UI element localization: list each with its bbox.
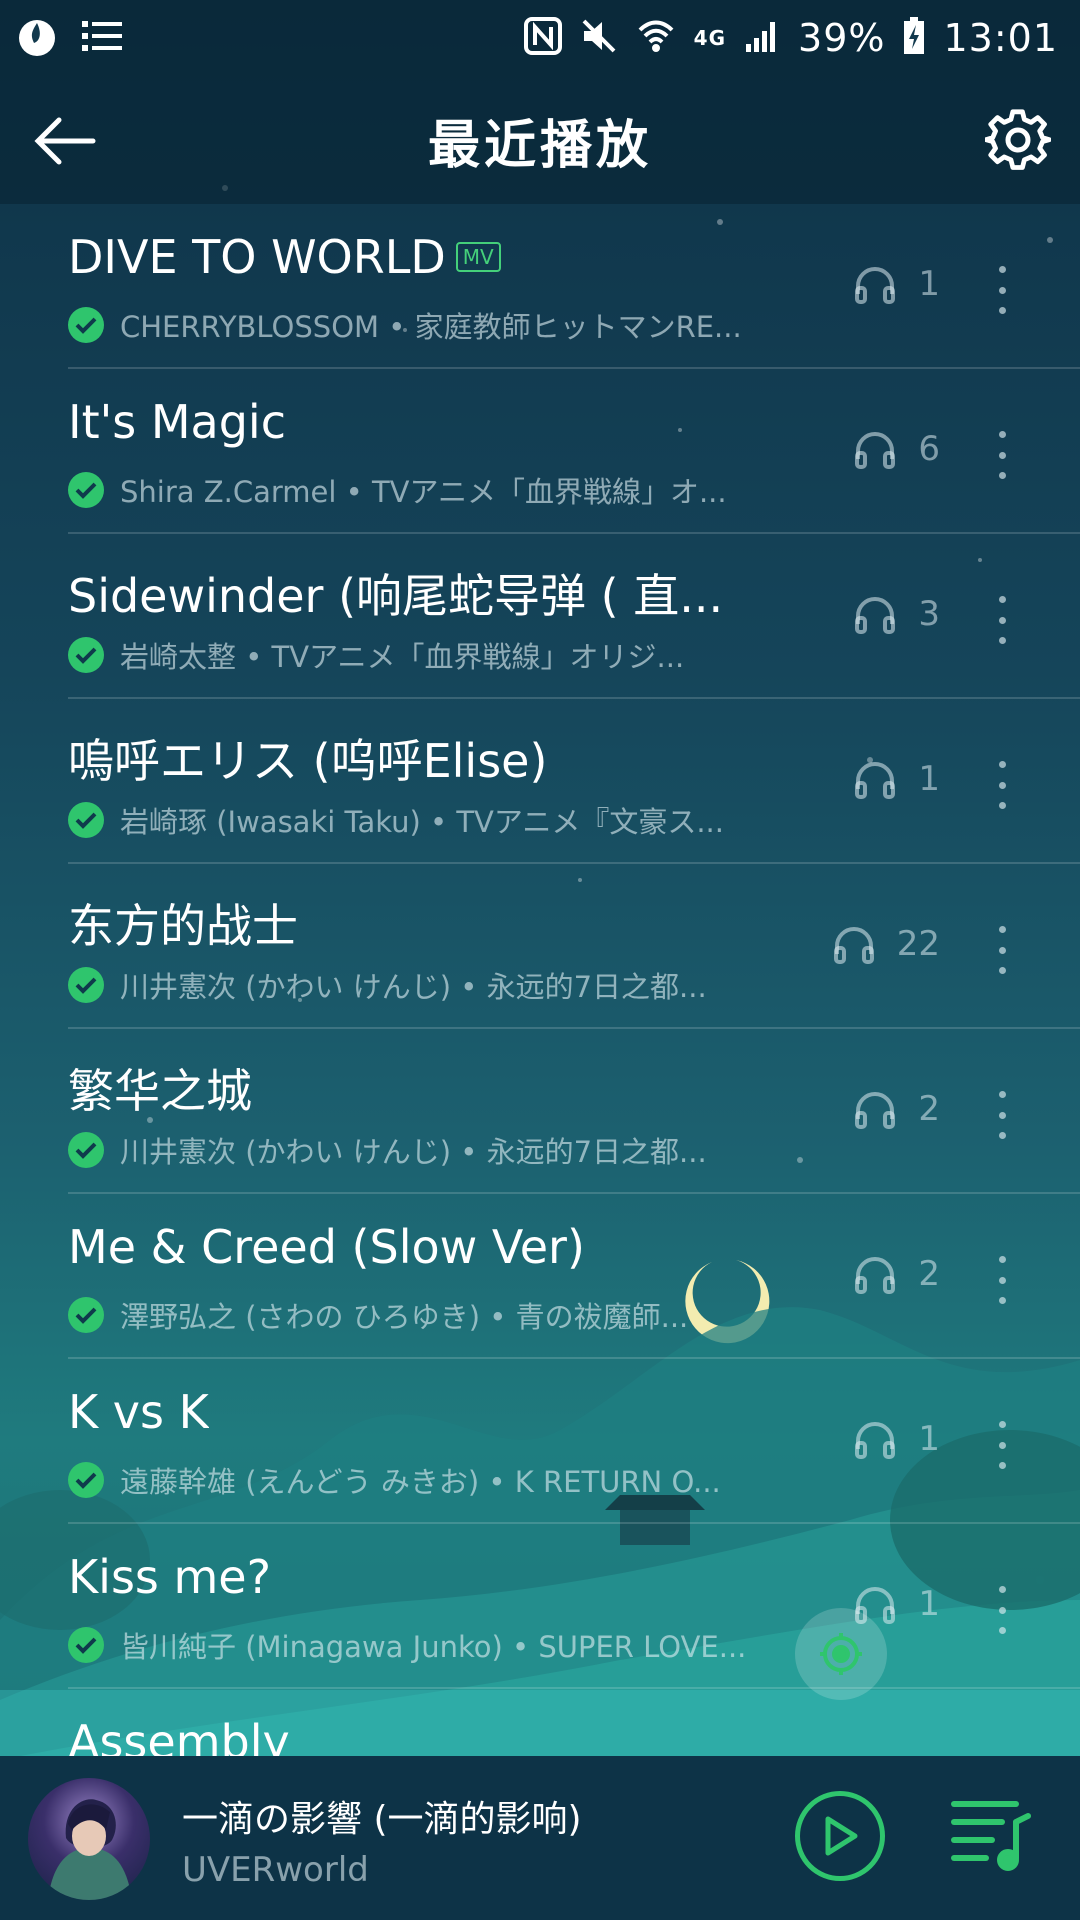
battery-percent: 39% — [798, 16, 886, 60]
list-item[interactable]: DIVE TO WORLD MV CHERRYBLOSSOM • 家庭教師ヒット… — [68, 204, 1080, 369]
signal-icon — [744, 18, 780, 58]
song-meta: 遠藤幹雄 (えんどう みきお) • K RETURN O... — [120, 1465, 721, 1499]
downloaded-check-icon — [68, 1627, 104, 1663]
arrow-left-icon — [34, 117, 96, 165]
recent-songs-list: DIVE TO WORLD MV CHERRYBLOSSOM • 家庭教師ヒット… — [0, 204, 1080, 1854]
song-title: Sidewinder (响尾蛇导弹 ( 直... — [68, 569, 724, 623]
song-title: DIVE TO WORLD — [68, 230, 446, 284]
headphones-icon — [855, 1422, 896, 1459]
play-icon — [825, 1816, 858, 1856]
song-title: 东方的战士 — [68, 899, 298, 953]
song-meta: 川井憲次 (かわい けんじ) • 永远的7日之都... — [120, 1135, 707, 1169]
more-options-button[interactable] — [992, 761, 1012, 809]
song-meta: CHERRYBLOSSOM • 家庭教師ヒットマンRE... — [120, 310, 742, 344]
song-title: Me & Creed (Slow Ver) — [68, 1220, 585, 1274]
battery-charging-icon — [903, 17, 925, 59]
downloaded-check-icon — [68, 1132, 104, 1168]
downloaded-check-icon — [68, 637, 104, 673]
play-button[interactable] — [795, 1791, 885, 1881]
downloaded-check-icon — [68, 1462, 104, 1498]
downloaded-check-icon — [68, 1297, 104, 1333]
play-count: 2 — [918, 1089, 940, 1129]
downloaded-check-icon — [68, 967, 104, 1003]
headphones-icon — [833, 927, 874, 964]
play-count: 1 — [918, 1584, 940, 1624]
song-meta: 岩崎太整 • TVアニメ「血界戦線」オリジ... — [120, 640, 685, 674]
list-item[interactable]: 东方的战士 川井憲次 (かわい けんじ) • 永远的7日之都... 22 — [68, 864, 1080, 1029]
gear-icon — [985, 109, 1051, 170]
more-options-button[interactable] — [992, 1586, 1012, 1634]
list-item[interactable]: Kiss me? 皆川純子 (Minagawa Junko) • SUPER L… — [68, 1524, 1080, 1689]
more-options-button[interactable] — [992, 596, 1012, 644]
more-options-button[interactable] — [992, 1256, 1012, 1304]
downloaded-check-icon — [68, 802, 104, 838]
more-options-button[interactable] — [992, 926, 1012, 974]
album-cover[interactable] — [28, 1778, 150, 1900]
playlist-icon — [951, 1801, 1031, 1871]
song-title: It's Magic — [68, 395, 286, 449]
headphones-icon — [855, 1092, 896, 1129]
nfc-icon — [523, 17, 562, 59]
play-count: 2 — [918, 1254, 940, 1294]
headphones-icon — [855, 762, 896, 799]
list-item[interactable]: 繁华之城 川井憲次 (かわい けんじ) • 永远的7日之都... 2 — [68, 1029, 1080, 1194]
song-meta: 川井憲次 (かわい けんじ) • 永远的7日之都... — [120, 970, 707, 1004]
locate-current-song-button[interactable] — [795, 1608, 887, 1700]
play-count: 1 — [918, 1419, 940, 1459]
headphones-icon — [855, 1257, 896, 1294]
headphones-icon — [855, 432, 896, 469]
play-count: 6 — [918, 429, 940, 469]
song-title: 繁华之城 — [68, 1064, 252, 1118]
now-playing-artist: UVERworld — [182, 1850, 369, 1890]
headphones-icon — [855, 597, 896, 634]
song-meta: Shira Z.Carmel • TVアニメ「血界戦線」オ... — [120, 475, 727, 509]
list-menu-icon — [82, 18, 122, 58]
more-options-button[interactable] — [992, 266, 1012, 314]
list-item[interactable]: 嗚呼エリス (呜呼Elise) 岩崎琢 (Iwasaki Taku) • TVア… — [68, 699, 1080, 864]
settings-button[interactable] — [982, 104, 1054, 176]
list-item[interactable]: K vs K 遠藤幹雄 (えんどう みきお) • K RETURN O... 1 — [68, 1359, 1080, 1524]
mini-player[interactable]: 一滴の影響 (一滴的影响) UVERworld — [0, 1756, 1080, 1920]
list-item[interactable]: Sidewinder (响尾蛇导弹 ( 直... 岩崎太整 • TVアニメ「血界… — [68, 534, 1080, 699]
status-bar: 4G 39% 13:01 — [0, 0, 1080, 76]
downloaded-check-icon — [68, 472, 104, 508]
now-playing-title: 一滴の影響 (一滴的影响) — [182, 1799, 582, 1840]
back-button[interactable] — [30, 106, 100, 176]
song-meta: 岩崎琢 (Iwasaki Taku) • TVアニメ『文豪ス... — [120, 805, 724, 839]
playlist-queue-button[interactable] — [950, 1796, 1032, 1876]
headphones-icon — [855, 267, 896, 304]
mute-icon — [580, 17, 618, 59]
more-options-button[interactable] — [992, 431, 1012, 479]
more-options-button[interactable] — [992, 1421, 1012, 1469]
network-type: 4G — [693, 26, 727, 50]
list-item[interactable]: Me & Creed (Slow Ver) 澤野弘之 (さわの ひろゆき) • … — [68, 1194, 1080, 1359]
page-title: 最近播放 — [427, 115, 652, 176]
play-count: 3 — [918, 594, 940, 634]
app-bar: 最近播放 — [0, 76, 1080, 204]
song-title: 嗚呼エリス (呜呼Elise) — [68, 734, 548, 788]
play-count: 1 — [918, 264, 940, 304]
list-item[interactable]: It's Magic Shira Z.Carmel • TVアニメ「血界戦線」オ… — [68, 369, 1080, 534]
more-options-button[interactable] — [992, 1091, 1012, 1139]
song-title: Kiss me? — [68, 1550, 272, 1604]
play-count: 1 — [918, 759, 940, 799]
droplet-icon — [14, 13, 60, 63]
wifi-icon — [636, 16, 676, 60]
song-meta: 皆川純子 (Minagawa Junko) • SUPER LOVE... — [120, 1630, 747, 1664]
mv-badge[interactable]: MV — [455, 242, 501, 272]
clock: 13:01 — [943, 16, 1058, 60]
song-meta: 澤野弘之 (さわの ひろゆき) • 青の祓魔師... — [120, 1300, 689, 1334]
downloaded-check-icon — [68, 307, 104, 343]
target-icon — [820, 1633, 862, 1675]
play-count: 22 — [896, 924, 940, 964]
song-title: K vs K — [68, 1385, 209, 1439]
